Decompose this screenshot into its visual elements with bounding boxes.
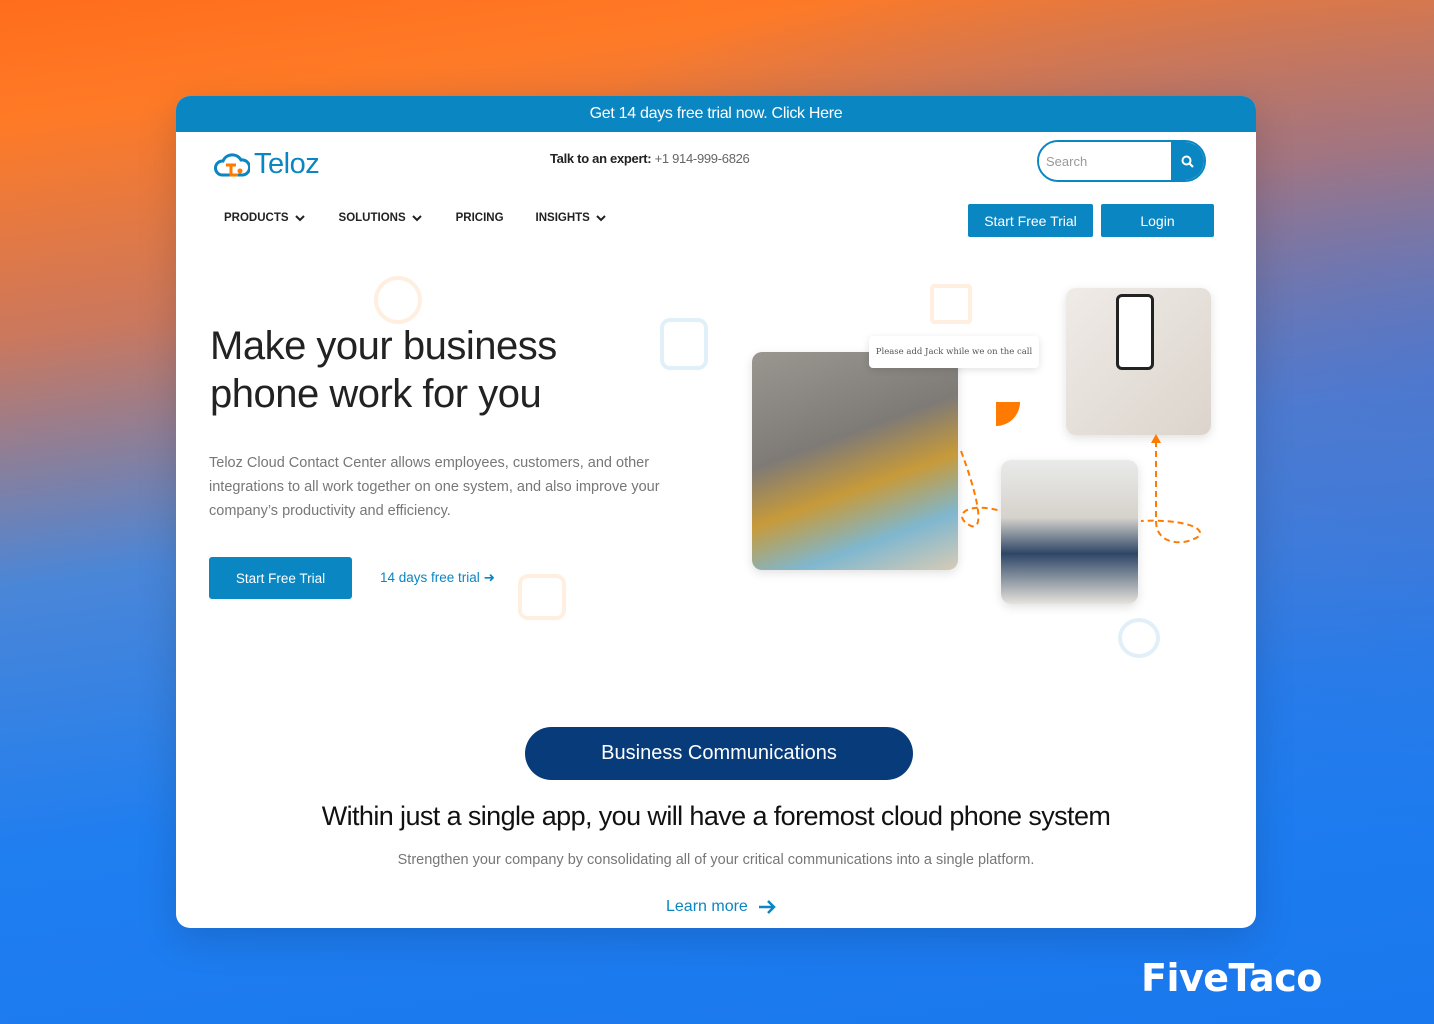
learn-more-link[interactable]: Learn more bbox=[666, 898, 776, 916]
section-title: Within just a single app, you will have … bbox=[321, 801, 1111, 831]
dashed-connector bbox=[960, 434, 1202, 544]
women-meeting-photo bbox=[752, 352, 958, 570]
main-nav: PRODUCTS SOLUTIONS PRICING INSIGHTS bbox=[224, 212, 606, 224]
section-subtitle: Strengthen your company by consolidating… bbox=[397, 852, 1035, 868]
expert-phone[interactable]: +1 914-999-6826 bbox=[655, 151, 750, 166]
orange-shape bbox=[996, 402, 1020, 426]
search-box bbox=[1037, 140, 1206, 182]
nav-label: SOLUTIONS bbox=[338, 212, 406, 224]
vr-decor-icon bbox=[660, 318, 708, 370]
expert-contact: Talk to an expert: +1 914-999-6826 bbox=[550, 151, 750, 166]
nav-solutions[interactable]: SOLUTIONS bbox=[339, 212, 422, 224]
nav-label: PRODUCTS bbox=[224, 212, 289, 224]
free-trial-link[interactable]: 14 days free trial ➜ bbox=[380, 570, 495, 586]
chevron-down-icon bbox=[411, 214, 422, 221]
chevron-down-icon bbox=[294, 214, 305, 221]
start-free-trial-button[interactable]: Start Free Trial bbox=[968, 204, 1093, 237]
nav-products[interactable]: PRODUCTS bbox=[224, 212, 305, 224]
hero-description: Teloz Cloud Contact Center allows employ… bbox=[209, 455, 660, 519]
nav-label: INSIGHTS bbox=[535, 212, 590, 224]
expert-label: Talk to an expert: bbox=[550, 151, 652, 166]
phone-call-photo bbox=[1066, 288, 1211, 435]
phone-icon bbox=[1116, 294, 1154, 370]
chat-decor-icon bbox=[374, 276, 422, 324]
hero-title: Make your business phone work for you bbox=[210, 324, 557, 416]
login-button[interactable]: Login bbox=[1101, 204, 1214, 237]
logo[interactable]: Teloz bbox=[214, 148, 320, 181]
bot-decor-icon bbox=[518, 574, 566, 620]
search-input[interactable] bbox=[1039, 142, 1171, 180]
nav-label: PRICING bbox=[455, 212, 504, 224]
support-24-decor-icon bbox=[1118, 618, 1160, 658]
fivetaco-watermark: FiveTaco bbox=[1141, 956, 1322, 1000]
website-card: Get 14 days free trial now. Click Here T… bbox=[176, 96, 1256, 928]
promo-banner[interactable]: Get 14 days free trial now. Click Here bbox=[176, 96, 1256, 132]
search-button[interactable] bbox=[1171, 142, 1204, 180]
hero-start-trial-button[interactable]: Start Free Trial bbox=[209, 557, 352, 599]
nav-pricing[interactable]: PRICING bbox=[456, 212, 504, 224]
logo-text: Teloz bbox=[254, 148, 320, 180]
monitor-decor-icon bbox=[930, 284, 972, 324]
business-communications-badge: Business Communications bbox=[525, 727, 913, 780]
chevron-down-icon bbox=[596, 214, 606, 221]
learn-more-text: Learn more bbox=[666, 898, 748, 915]
nav-insights[interactable]: INSIGHTS bbox=[536, 212, 606, 224]
cloud-logo-icon bbox=[214, 152, 250, 176]
arrow-right-icon bbox=[758, 900, 776, 914]
chat-bubble: Please add Jack while we on the call bbox=[869, 336, 1039, 368]
search-icon bbox=[1181, 155, 1194, 168]
free-trial-link-text: 14 days free trial bbox=[380, 570, 480, 585]
arrow-right-icon: ➜ bbox=[483, 570, 495, 585]
